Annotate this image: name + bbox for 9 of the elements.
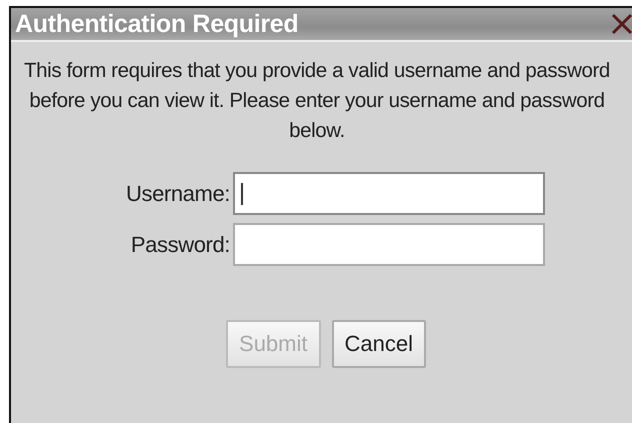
dialog-title: Authentication Required — [15, 10, 298, 38]
cancel-button[interactable]: Cancel — [332, 320, 426, 368]
close-icon[interactable] — [611, 13, 632, 35]
field-label: Username: — [126, 180, 230, 206]
text-caret — [241, 183, 243, 205]
instructions-text: This form requires that you provide a valid username and password before you can view it. Please enter your username and password below. — [23, 58, 611, 144]
input-field[interactable] — [233, 172, 545, 215]
field-label: Password: — [130, 232, 230, 258]
input-field[interactable] — [233, 223, 545, 266]
